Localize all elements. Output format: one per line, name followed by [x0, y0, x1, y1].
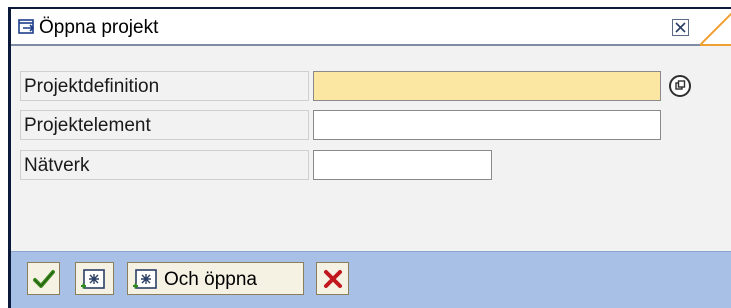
dialog-title: Öppna projekt [39, 17, 159, 38]
project-form: Projektdefinition Projektelement Nätverk [11, 46, 731, 251]
page: Öppna projekt Projektdefinition Projekte… [0, 0, 731, 308]
new-entry-button[interactable] [75, 262, 114, 295]
open-project-dialog: Öppna projekt Projektdefinition Projekte… [8, 7, 731, 308]
cancel-button[interactable] [316, 262, 349, 295]
projektdefinition-label: Projektdefinition [20, 71, 309, 101]
search-help-button[interactable] [669, 75, 691, 97]
title-accent-decoration [700, 12, 731, 46]
close-button[interactable] [672, 19, 689, 36]
projektelement-input[interactable] [313, 110, 661, 140]
search-help-icon [675, 80, 686, 90]
dialog-titlebar: Öppna projekt [11, 9, 731, 46]
projektdefinition-input[interactable] [313, 71, 661, 101]
new-entry-icon [133, 269, 157, 289]
new-entry-icon [81, 269, 105, 289]
och-oppna-label: Och öppna [164, 269, 257, 290]
dialog-toolbar: Och öppna [11, 251, 731, 308]
close-x-icon [675, 22, 686, 33]
och-oppna-button[interactable]: Och öppna [127, 262, 304, 295]
confirm-button[interactable] [27, 262, 60, 295]
open-folder-arrow-icon [18, 19, 35, 34]
natverk-input[interactable] [313, 150, 492, 180]
checkmark-icon [33, 270, 55, 288]
cancel-x-icon [324, 270, 342, 288]
natverk-label: Nätverk [20, 150, 309, 180]
projektelement-label: Projektelement [20, 110, 309, 140]
